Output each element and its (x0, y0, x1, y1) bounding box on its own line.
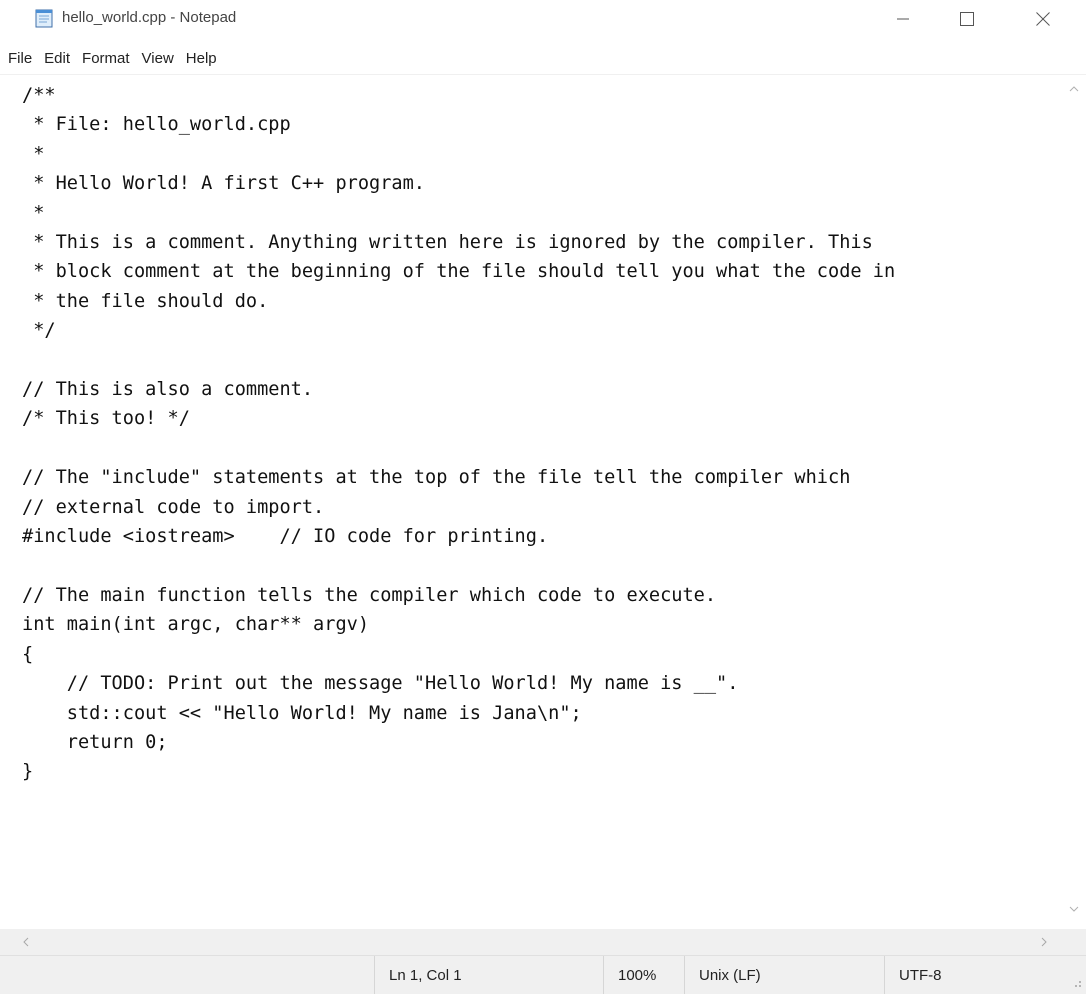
scroll-up-button[interactable] (1062, 81, 1086, 97)
vertical-scrollbar[interactable] (1062, 75, 1086, 929)
zoom-level: 100% (603, 956, 684, 994)
scroll-left-button[interactable] (18, 934, 34, 950)
chevron-left-icon (23, 937, 29, 947)
close-button[interactable] (1020, 0, 1066, 38)
cursor-position: Ln 1, Col 1 (374, 956, 603, 994)
menu-file[interactable]: File (2, 46, 38, 72)
editor-content[interactable]: /** * File: hello_world.cpp * * Hello Wo… (22, 81, 895, 787)
minimize-icon (897, 18, 909, 20)
chevron-down-icon (1069, 906, 1079, 912)
minimize-button[interactable] (880, 0, 926, 38)
menu-format[interactable]: Format (76, 46, 136, 72)
menu-view[interactable]: View (136, 46, 180, 72)
scroll-down-button[interactable] (1062, 901, 1086, 917)
line-ending: Unix (LF) (684, 956, 884, 994)
text-editor[interactable]: /** * File: hello_world.cpp * * Hello Wo… (0, 75, 1062, 929)
maximize-button[interactable] (944, 0, 990, 38)
scroll-right-button[interactable] (1036, 934, 1052, 950)
status-bar: Ln 1, Col 1 100% Unix (LF) UTF-8 (0, 955, 1086, 994)
window-title: hello_world.cpp - Notepad (62, 9, 237, 26)
chevron-up-icon (1069, 86, 1079, 92)
notepad-icon (35, 9, 53, 28)
chevron-right-icon (1041, 937, 1047, 947)
encoding: UTF-8 (884, 956, 1064, 994)
menu-edit[interactable]: Edit (38, 46, 76, 72)
maximize-icon (960, 12, 974, 26)
horizontal-scrollbar[interactable] (0, 929, 1086, 955)
menu-help[interactable]: Help (180, 46, 223, 72)
title-bar: hello_world.cpp - Notepad (0, 0, 1086, 38)
close-icon (1036, 12, 1050, 26)
menu-bar: File Edit Format View Help (0, 44, 1086, 74)
resize-grip-icon[interactable] (1068, 974, 1082, 988)
